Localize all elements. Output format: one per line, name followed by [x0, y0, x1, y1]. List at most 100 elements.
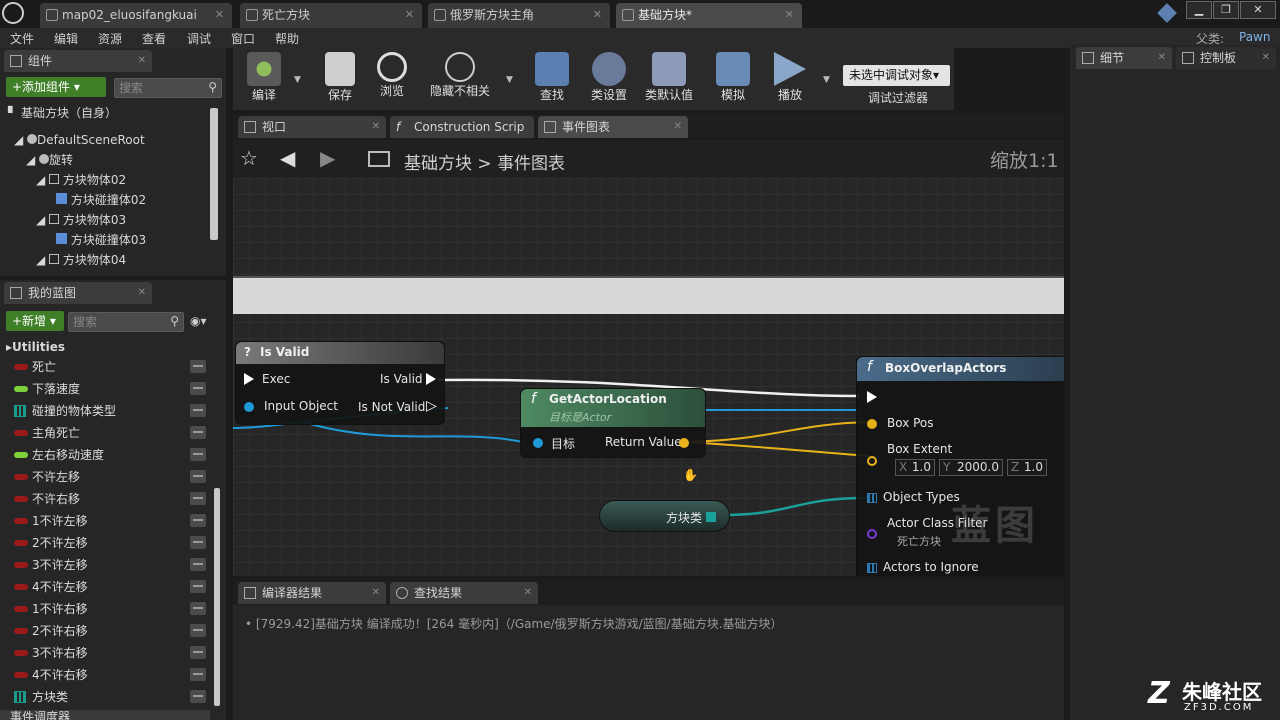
menu-asset[interactable]: 资源 — [98, 30, 122, 47]
visibility-toggle-icon[interactable] — [190, 382, 206, 395]
tab-viewport[interactable]: 视口 ✕ — [238, 116, 386, 138]
tree-item-collider03[interactable]: 方块碰撞体03 — [56, 232, 146, 248]
visibility-toggle-icon[interactable] — [190, 514, 206, 527]
get-actor-location-node[interactable]: f GetActorLocation 目标是Actor 目标 Return Va… — [520, 388, 706, 458]
actor-class-filter-pin[interactable] — [867, 529, 877, 539]
blueprint-search-input[interactable]: 搜索 ⚲ — [68, 312, 184, 332]
close-icon[interactable]: ✕ — [1158, 47, 1166, 69]
save-button[interactable]: 保存 — [316, 50, 364, 108]
variable-item[interactable]: 3不许左移 — [14, 555, 206, 575]
visibility-toggle-icon[interactable] — [190, 668, 206, 681]
variable-item[interactable]: 下落速度 — [14, 379, 206, 399]
block-class-variable-node[interactable]: 方块类 — [599, 500, 730, 532]
tree-item-collider02[interactable]: 方块碰撞体02 — [56, 192, 146, 208]
doc-tab-map[interactable]: map02_eluosifangkuai ✕ — [40, 3, 232, 28]
forward-arrow-icon[interactable]: ▶ — [320, 146, 335, 170]
component-search-input[interactable]: 搜索 ⚲ — [114, 78, 222, 98]
close-icon[interactable]: ✕ — [372, 582, 380, 604]
visibility-toggle-icon[interactable] — [190, 360, 206, 373]
add-component-button[interactable]: +添加组件 ▾ — [6, 77, 106, 97]
visibility-toggle-icon[interactable] — [190, 580, 206, 593]
variable-item[interactable]: 1不许右移 — [14, 599, 206, 619]
tab-construction-script[interactable]: f Construction Scrip — [390, 116, 534, 138]
target-pin[interactable] — [533, 438, 543, 448]
component-scrollbar[interactable] — [210, 108, 218, 240]
visibility-toggle-icon[interactable] — [190, 602, 206, 615]
my-blueprint-tab[interactable]: 我的蓝图 ✕ — [4, 282, 152, 304]
visibility-toggle-icon[interactable] — [190, 536, 206, 549]
variable-item[interactable]: 4不许右移 — [14, 665, 206, 685]
find-button[interactable]: 查找 — [528, 50, 576, 108]
visibility-toggle-icon[interactable] — [190, 426, 206, 439]
favorite-star-icon[interactable]: ☆ — [240, 146, 258, 170]
is-valid-out-pin[interactable] — [426, 373, 436, 385]
variable-item[interactable]: 方块类 — [14, 687, 206, 707]
menu-help[interactable]: 帮助 — [275, 30, 299, 47]
visibility-toggle-icon[interactable] — [190, 646, 206, 659]
visibility-toggle-icon[interactable] — [190, 470, 206, 483]
variable-item[interactable]: 主角死亡 — [14, 423, 206, 443]
close-icon[interactable]: ✕ — [215, 3, 224, 27]
class-settings-button[interactable]: 类设置 — [584, 50, 634, 108]
close-icon[interactable]: ✕ — [785, 3, 794, 27]
class-out-pin[interactable] — [706, 512, 716, 522]
event-dispatchers-section[interactable]: 事件调度器 — [0, 710, 210, 720]
variable-item[interactable]: 不许左移 — [14, 467, 206, 487]
visibility-toggle-icon[interactable] — [190, 558, 206, 571]
variables-scrollbar[interactable] — [214, 488, 220, 706]
tab-find-results[interactable]: 查找结果 ✕ — [390, 582, 538, 604]
visibility-toggle-icon[interactable] — [190, 624, 206, 637]
component-self[interactable]: ▘ 基础方块（自身） — [8, 105, 117, 121]
object-types-pin[interactable] — [867, 493, 877, 503]
maximize-button[interactable]: ❐ — [1213, 1, 1239, 19]
hide-unrelated-button[interactable]: 隐藏不相关 — [424, 50, 496, 108]
menu-debug[interactable]: 调试 — [187, 30, 211, 47]
variable-item[interactable]: 2不许左移 — [14, 533, 206, 553]
tree-item-rotate[interactable]: ◢ 旋转 — [26, 152, 73, 168]
is-valid-node[interactable]: Is Valid ? Exec Is Valid Input Object Is… — [235, 341, 445, 425]
variable-item[interactable]: 碰撞的物体类型 — [14, 401, 206, 421]
box-pos-pin[interactable] — [867, 419, 877, 429]
close-icon[interactable]: ✕ — [593, 3, 602, 27]
tab-event-graph[interactable]: 事件图表 ✕ — [538, 116, 688, 138]
add-new-button[interactable]: +新增 ▾ — [6, 311, 64, 331]
input-object-pin[interactable] — [244, 402, 254, 412]
simulate-button[interactable]: 模拟 — [708, 50, 758, 108]
actor-class-filter-value[interactable]: 死亡方块 — [897, 533, 941, 549]
visibility-toggle-icon[interactable] — [190, 404, 206, 417]
tab-compiler-results[interactable]: 编译器结果 ✕ — [238, 582, 386, 604]
box-exec-in-pin[interactable] — [867, 391, 877, 403]
doc-tab-player[interactable]: 俄罗斯方块主角 ✕ — [428, 3, 610, 28]
close-icon[interactable]: ✕ — [674, 116, 682, 138]
tab-details[interactable]: 细节 ✕ — [1076, 47, 1172, 69]
notification-icon[interactable] — [1157, 3, 1177, 23]
tree-item-root[interactable]: ◢ DefaultSceneRoot — [14, 132, 145, 148]
box-extent-z-input[interactable]: Z 1.0 — [1007, 459, 1047, 476]
close-window-button[interactable]: ✕ — [1240, 1, 1276, 19]
doc-tab-death-block[interactable]: 死亡方块 ✕ — [240, 3, 422, 28]
actors-to-ignore-pin[interactable] — [867, 563, 877, 573]
play-options-icon[interactable]: ▼ — [823, 75, 830, 85]
close-icon[interactable]: ✕ — [524, 582, 532, 604]
hide-options-icon[interactable]: ▼ — [506, 75, 513, 85]
breadcrumb-root[interactable]: 基础方块 — [404, 154, 472, 174]
variable-item[interactable]: 死亡 — [14, 357, 206, 377]
back-arrow-icon[interactable]: ◀ — [280, 146, 295, 170]
class-defaults-button[interactable]: 类默认值 — [640, 50, 698, 108]
box-overlap-actors-node[interactable]: f BoxOverlapActors Box Pos Box Extent X1… — [856, 356, 1064, 576]
tab-palette[interactable]: 控制板 ✕ — [1176, 47, 1276, 69]
close-icon[interactable]: ✕ — [405, 3, 414, 27]
variable-item[interactable]: 不许右移 — [14, 489, 206, 509]
variable-item[interactable]: 1不许左移 — [14, 511, 206, 531]
box-extent-pin[interactable] — [867, 456, 877, 466]
variable-item[interactable]: 4不许左移 — [14, 577, 206, 597]
compile-button[interactable]: 编译 — [236, 50, 292, 108]
return-value-pin[interactable] — [679, 438, 689, 448]
close-icon[interactable]: ✕ — [372, 116, 380, 138]
menu-window[interactable]: 窗口 — [231, 30, 255, 47]
close-icon[interactable]: ✕ — [138, 282, 146, 304]
variable-item[interactable]: 左右移动速度 — [14, 445, 206, 465]
parent-class-value[interactable]: Pawn — [1239, 30, 1270, 44]
compile-options-icon[interactable]: ▼ — [294, 75, 301, 85]
visibility-toggle-icon[interactable] — [190, 492, 206, 505]
